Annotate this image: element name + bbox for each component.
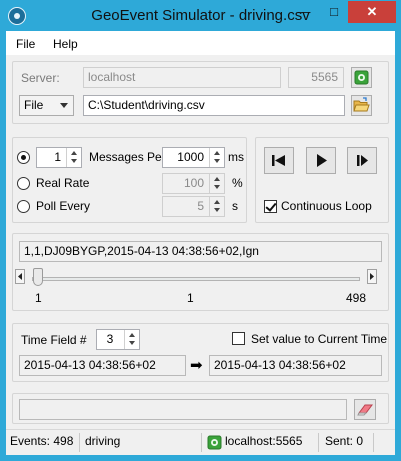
status-divider [201, 433, 202, 452]
status-bar: Events: 498 driving localhost:5565 Sent:… [6, 429, 395, 455]
stepper-buttons [66, 148, 81, 167]
play-button[interactable] [306, 147, 336, 174]
menu-file[interactable]: File [16, 37, 35, 51]
rate-group: 1 Messages Per 1000 ms Real Rate 100 % P… [12, 137, 247, 223]
event-slider-thumb[interactable] [33, 268, 43, 286]
sent-count: Sent: 0 [325, 434, 364, 448]
minimize-button[interactable]: — [290, 1, 318, 23]
chevron-right-icon [370, 273, 374, 280]
file-path-input[interactable]: C:\Student\driving.csv [83, 95, 345, 116]
continuous-loop-label: Continuous Loop [281, 199, 372, 213]
slider-min-label: 1 [35, 291, 42, 305]
poll-every-value: 5 [197, 199, 204, 213]
title-bar[interactable]: GeoEvent Simulator - driving.csv — □ ✕ [0, 0, 401, 31]
file-name-status: driving [85, 434, 121, 448]
message-group [12, 393, 389, 424]
stepper-down-icon[interactable] [210, 183, 225, 192]
browse-button[interactable] [351, 95, 372, 116]
connect-button[interactable] [351, 67, 372, 88]
step-back-button[interactable] [264, 147, 294, 174]
stepper-up-icon[interactable] [67, 148, 82, 157]
slider-current-label: 1 [187, 291, 194, 305]
stepper-up-icon[interactable] [210, 197, 225, 206]
messages-count-value: 1 [54, 150, 61, 164]
slider-right-button[interactable] [367, 269, 377, 284]
server-label: Server: [21, 71, 60, 85]
poll-every-label: Poll Every [36, 199, 91, 213]
stepper-buttons [209, 174, 224, 193]
stepper-buttons [209, 148, 224, 167]
time-field-stepper[interactable]: 3 [96, 329, 140, 350]
stepper-buttons [209, 197, 224, 216]
continuous-loop-checkbox[interactable] [264, 200, 277, 213]
arrow-right-icon: ➡ [190, 357, 203, 374]
source-time-field[interactable]: 2015-04-13 04:38:56+02 [19, 355, 186, 376]
message-field[interactable] [19, 399, 347, 420]
stepper-down-icon[interactable] [210, 157, 225, 166]
stepper-down-icon[interactable] [125, 339, 140, 348]
maximize-button[interactable]: □ [320, 1, 348, 23]
eraser-icon [357, 404, 373, 416]
time-group: Time Field # 3 Set value to Current Time… [12, 323, 389, 382]
step-forward-button[interactable] [347, 147, 377, 174]
connection-icon [207, 435, 222, 450]
skip-back-icon [272, 155, 285, 166]
server-input[interactable]: localhost [83, 67, 281, 88]
connect-icon [354, 70, 369, 85]
host-status: localhost:5565 [225, 434, 303, 448]
set-current-time-checkbox[interactable] [232, 332, 245, 345]
stepper-buttons [124, 330, 139, 349]
menu-help[interactable]: Help [53, 37, 78, 51]
poll-every-radio[interactable] [17, 200, 30, 213]
status-divider [318, 433, 319, 452]
messages-interval-stepper[interactable]: 1000 [162, 147, 225, 168]
source-type-select[interactable]: File [19, 95, 74, 116]
play-icon [317, 154, 327, 167]
stepper-down-icon[interactable] [210, 206, 225, 215]
set-current-time-label: Set value to Current Time [251, 332, 388, 346]
stepper-down-icon[interactable] [67, 157, 82, 166]
app-window: GeoEvent Simulator - driving.csv — □ ✕ F… [0, 0, 401, 461]
status-divider [79, 433, 80, 452]
poll-every-unit-label: s [232, 199, 238, 213]
menu-bar: File Help [6, 31, 395, 55]
port-input[interactable]: 5565 [288, 67, 344, 88]
stepper-up-icon[interactable] [125, 330, 140, 339]
close-button[interactable]: ✕ [348, 1, 396, 23]
real-rate-value: 100 [183, 176, 204, 190]
step-forward-icon [357, 155, 368, 166]
event-slider-track[interactable] [32, 277, 360, 281]
real-rate-stepper[interactable]: 100 [162, 173, 225, 194]
stepper-up-icon[interactable] [210, 174, 225, 183]
time-field-value: 3 [106, 332, 114, 346]
messages-unit-label: ms [228, 150, 244, 164]
slider-max-label: 498 [346, 291, 367, 305]
real-rate-radio[interactable] [17, 177, 30, 190]
target-time-field[interactable]: 2015-04-13 04:38:56+02 [209, 355, 382, 376]
clear-button[interactable] [354, 399, 376, 420]
client-area: File Help Server: localhost 5565 File C:… [6, 31, 395, 455]
status-divider [373, 433, 374, 452]
real-rate-unit-label: % [232, 176, 243, 190]
event-group: 1,1,DJ09BYGP,2015-04-13 04:38:56+02,Ign [12, 233, 389, 311]
messages-interval-value: 1000 [177, 150, 204, 164]
real-rate-label: Real Rate [36, 176, 90, 190]
messages-per-radio[interactable] [17, 151, 30, 164]
chevron-left-icon [18, 273, 22, 280]
events-count: Events: 498 [10, 434, 74, 448]
poll-every-stepper[interactable]: 5 [162, 196, 225, 217]
stepper-up-icon[interactable] [210, 148, 225, 157]
current-event-line[interactable]: 1,1,DJ09BYGP,2015-04-13 04:38:56+02,Ign [19, 241, 382, 262]
connection-group: Server: localhost 5565 File C:\Student\d… [12, 61, 389, 124]
playback-group: Continuous Loop [255, 137, 389, 223]
chevron-down-icon [60, 103, 68, 108]
slider-left-button[interactable] [15, 269, 25, 284]
messages-count-stepper[interactable]: 1 [36, 147, 82, 168]
source-type-value: File [24, 98, 44, 112]
open-folder-icon [353, 97, 370, 112]
messages-per-label: Messages Per [89, 150, 166, 164]
time-field-label: Time Field # [21, 333, 87, 347]
